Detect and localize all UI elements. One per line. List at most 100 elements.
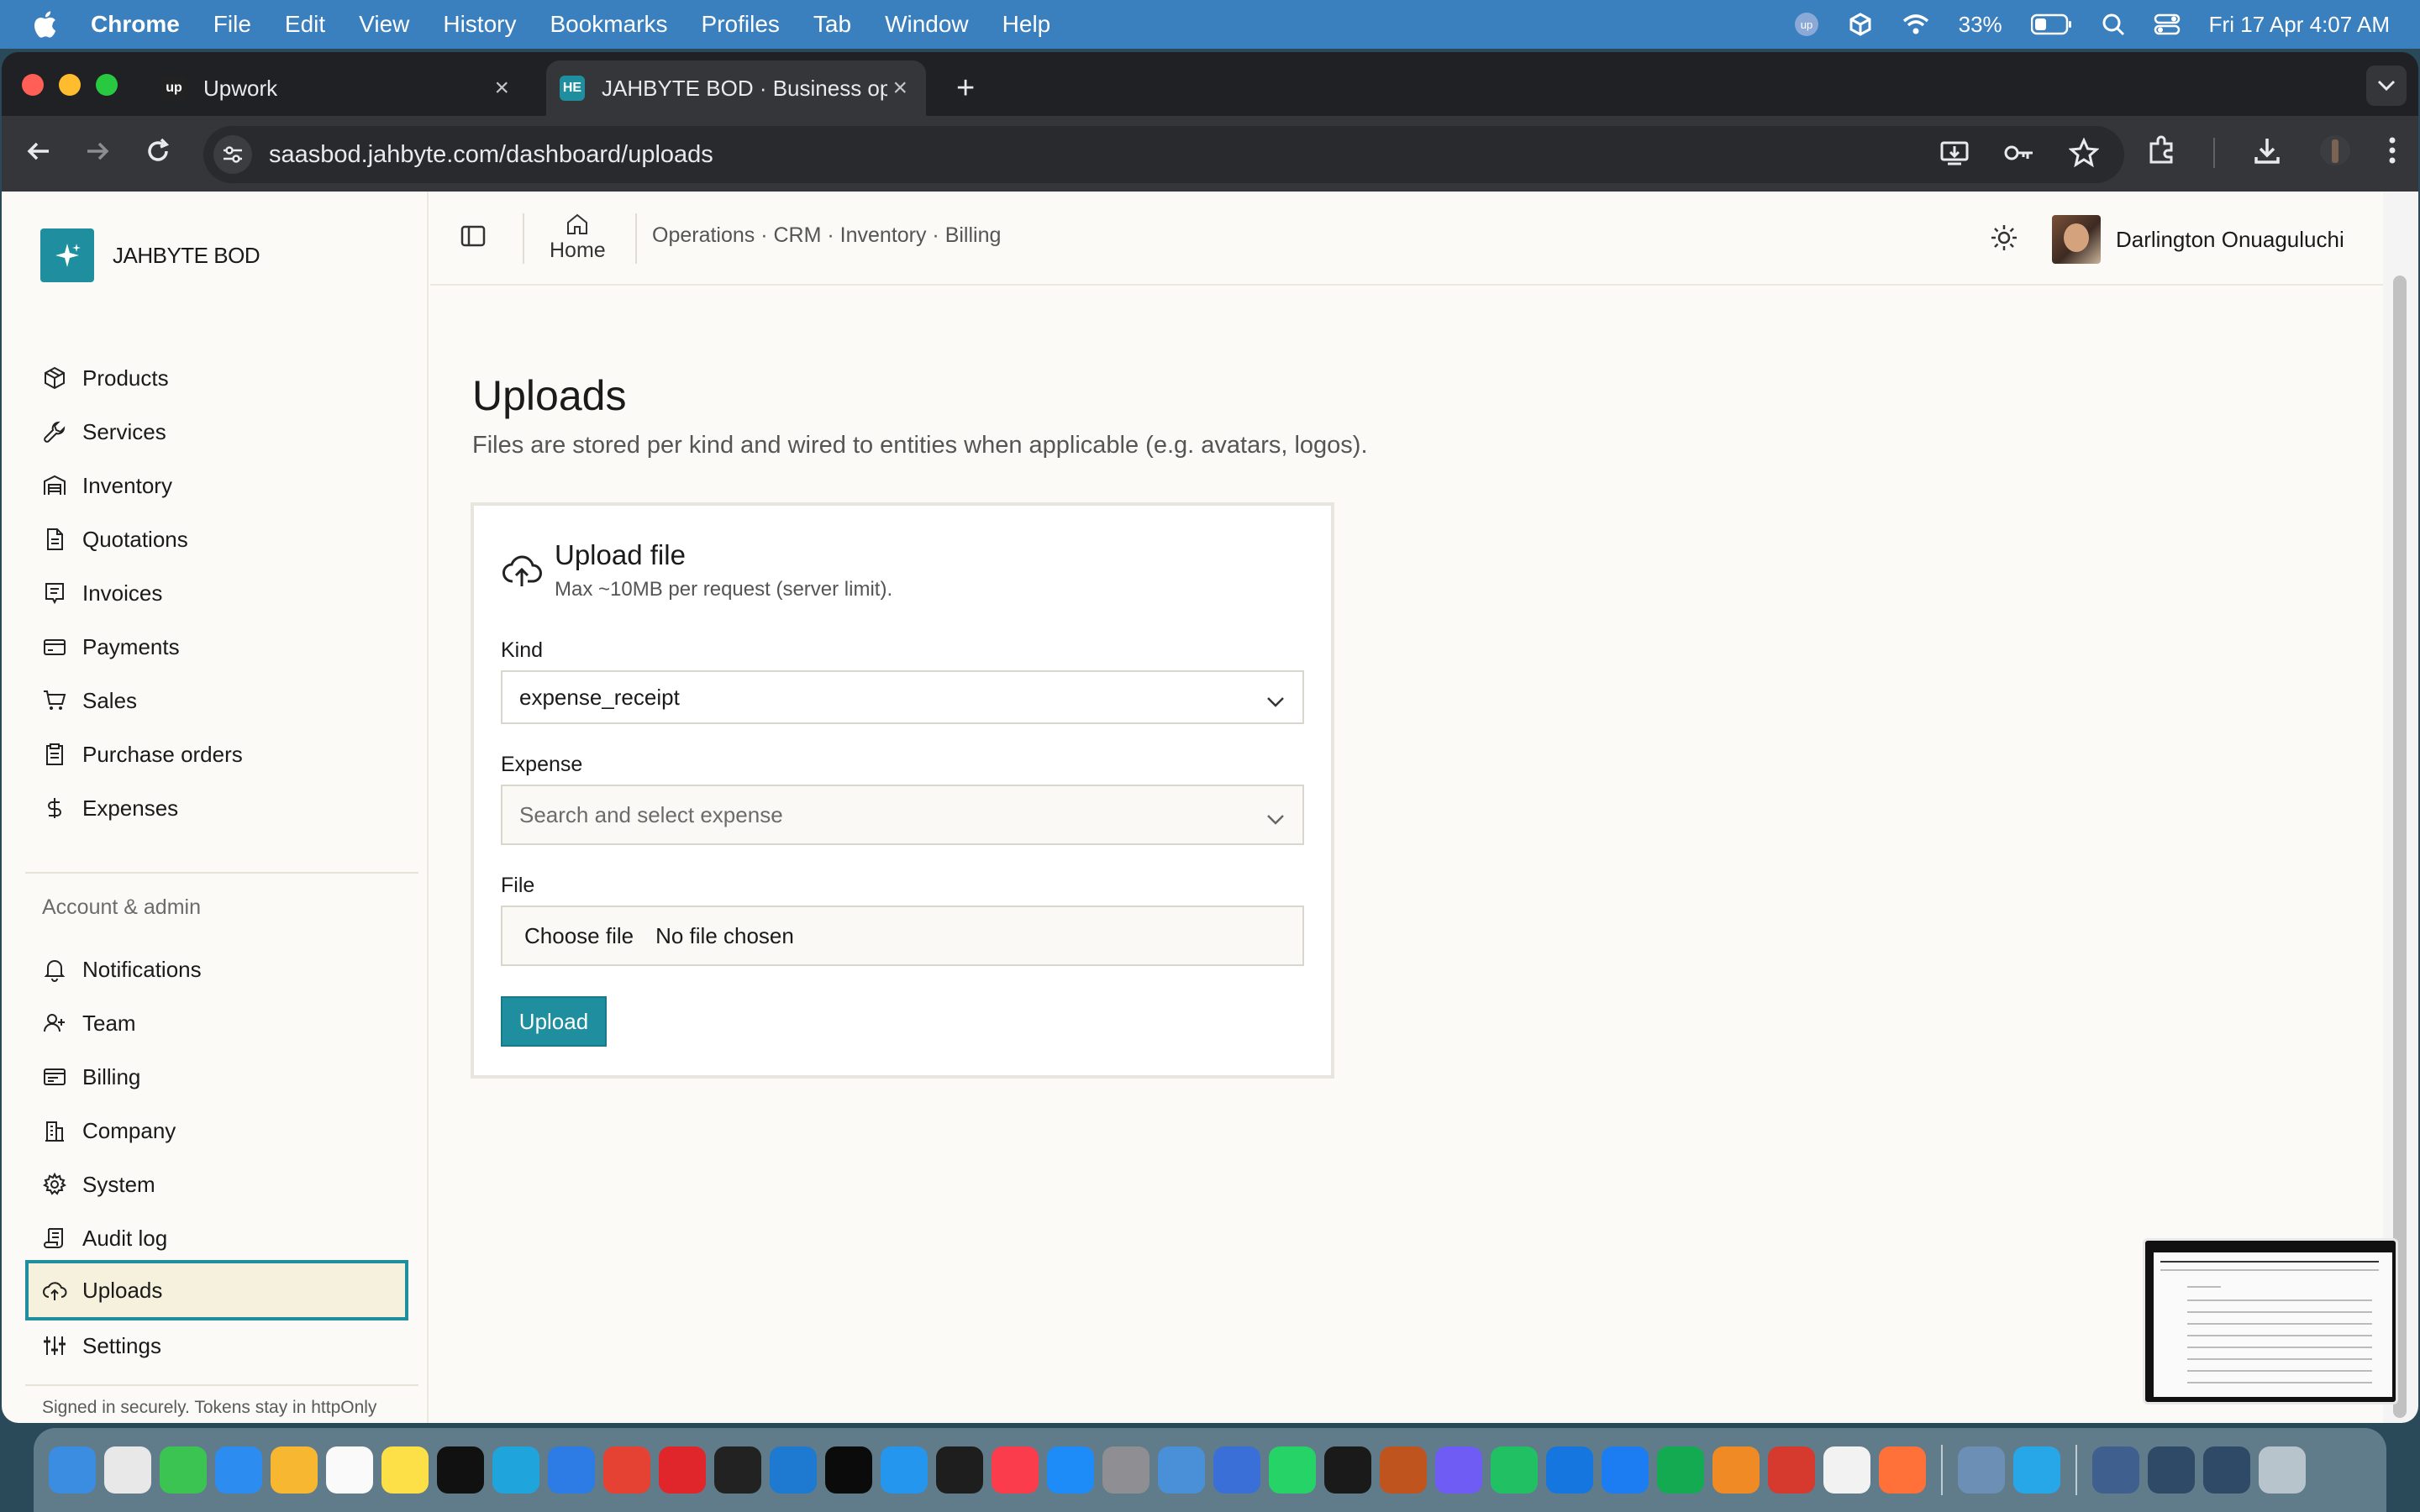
tab-upwork[interactable]: up Upwork × [150, 60, 528, 116]
file-input[interactable]: Choose file No file chosen [501, 906, 1304, 966]
sidebar-item-purchase-orders[interactable]: Purchase orders [25, 727, 408, 781]
control-center-icon[interactable] [2154, 13, 2181, 36]
photos-icon[interactable] [271, 1446, 318, 1494]
disk-icon[interactable] [1958, 1446, 2005, 1494]
editor-icon[interactable] [1712, 1446, 1760, 1494]
vpn-icon[interactable] [1435, 1446, 1482, 1494]
instruments-icon[interactable] [1602, 1446, 1649, 1494]
sidebar-item-products[interactable]: Products [25, 351, 408, 405]
sidebar-item-audit-log[interactable]: Audit log [25, 1211, 408, 1265]
chrome-icon[interactable] [603, 1446, 650, 1494]
sidebar-item-billing[interactable]: Billing [25, 1050, 408, 1104]
game-icon[interactable] [1380, 1446, 1427, 1494]
minimized-window-icon[interactable] [2092, 1446, 2139, 1494]
chatgpt-icon[interactable] [1491, 1446, 1538, 1494]
notes-icon[interactable] [381, 1446, 429, 1494]
brand-logo[interactable]: JAHBYTE BOD [40, 228, 260, 282]
spotlight-search-icon[interactable] [2102, 13, 2125, 36]
firefox-icon[interactable] [1879, 1446, 1926, 1494]
back-icon[interactable] [24, 136, 54, 171]
menu-view[interactable]: View [359, 11, 409, 38]
password-key-icon[interactable] [2003, 138, 2035, 172]
upload-button[interactable]: Upload [501, 996, 607, 1047]
menu-profiles[interactable]: Profiles [702, 11, 780, 38]
sidebar-item-notifications[interactable]: Notifications [25, 942, 408, 996]
sun-theme-icon[interactable] [1990, 223, 2018, 256]
music-icon[interactable] [992, 1446, 1039, 1494]
apple-icon[interactable] [32, 10, 72, 39]
safari-icon[interactable] [548, 1446, 595, 1494]
launchpad-icon[interactable] [104, 1446, 151, 1494]
menu-edit[interactable]: Edit [285, 11, 325, 38]
user-menu[interactable]: Darlington Onuaguluchi [2052, 215, 2344, 264]
home-link[interactable]: Home [550, 212, 606, 263]
terminal-icon[interactable] [825, 1446, 872, 1494]
minimize-window-button[interactable] [59, 74, 81, 96]
tab-search-button[interactable] [2366, 66, 2407, 106]
kind-select[interactable]: expense_receipt [501, 670, 1304, 724]
forward-icon[interactable] [82, 136, 113, 171]
edge-icon[interactable] [492, 1446, 539, 1494]
url-text[interactable]: saasbod.jahbyte.com/dashboard/uploads [269, 141, 713, 169]
profile-avatar[interactable] [2319, 134, 2351, 171]
chrome-menu-icon[interactable] [2388, 135, 2396, 170]
simulator-icon[interactable] [1213, 1446, 1260, 1494]
finder-icon[interactable] [49, 1446, 96, 1494]
downloads-icon[interactable] [2252, 135, 2282, 170]
box-icon[interactable] [1848, 12, 1873, 37]
mail-icon[interactable] [215, 1446, 262, 1494]
xcode-icon[interactable] [1546, 1446, 1593, 1494]
menu-file[interactable]: File [213, 11, 251, 38]
breadcrumb[interactable]: Operations · CRM · Inventory · Billing [652, 223, 1001, 248]
sidebar-item-settings[interactable]: Settings [25, 1319, 408, 1373]
system-settings-icon[interactable] [1102, 1446, 1150, 1494]
menu-tab[interactable]: Tab [813, 11, 851, 38]
expense-combobox[interactable]: Search and select expense [501, 785, 1304, 845]
vscode-icon[interactable] [770, 1446, 817, 1494]
sheet-icon[interactable] [1823, 1446, 1870, 1494]
docker-icon[interactable] [881, 1446, 928, 1494]
reload-icon[interactable] [143, 136, 173, 171]
messages-icon[interactable] [160, 1446, 207, 1494]
whatsapp-icon[interactable] [1269, 1446, 1316, 1494]
bookmark-star-icon[interactable] [2068, 137, 2100, 172]
new-tab-icon[interactable]: + [956, 71, 975, 107]
calendar-icon[interactable] [326, 1446, 373, 1494]
sidebar-item-system[interactable]: System [25, 1158, 408, 1211]
apple-tv-icon[interactable] [437, 1446, 484, 1494]
opera-icon[interactable] [659, 1446, 706, 1494]
sidebar-item-sales[interactable]: Sales [25, 674, 408, 727]
menu-help[interactable]: Help [1002, 11, 1051, 38]
close-window-button[interactable] [22, 74, 44, 96]
sidebar-item-invoices[interactable]: Invoices [25, 566, 408, 620]
menu-window[interactable]: Window [885, 11, 969, 38]
sidebar-item-services[interactable]: Services [25, 405, 408, 459]
sidebar-item-expenses[interactable]: Expenses [25, 781, 408, 835]
tab-jahbyte[interactable]: HE JAHBYTE BOD · Business ope × [546, 60, 926, 116]
close-tab-icon[interactable]: × [494, 74, 509, 102]
figma-icon[interactable] [936, 1446, 983, 1494]
menu-app-name[interactable]: Chrome [91, 11, 180, 38]
upwork-status-icon[interactable]: up [1794, 12, 1819, 37]
files-icon[interactable] [1158, 1446, 1205, 1494]
trash-icon[interactable] [2259, 1446, 2306, 1494]
screenshot-preview-thumbnail[interactable] [2143, 1238, 2398, 1404]
site-info-icon[interactable] [213, 135, 252, 174]
sidebar-item-company[interactable]: Company [25, 1104, 408, 1158]
menu-history[interactable]: History [443, 11, 516, 38]
minimized-window-icon[interactable] [2148, 1446, 2195, 1494]
battery-icon[interactable] [2030, 13, 2073, 35]
sidebar-item-uploads[interactable]: Uploads [25, 1260, 408, 1320]
upwork-icon[interactable] [1324, 1446, 1371, 1494]
address-bar[interactable]: saasbod.jahbyte.com/dashboard/uploads [203, 126, 2124, 183]
mongodb-icon[interactable] [1657, 1446, 1704, 1494]
choose-file-button[interactable]: Choose file [524, 923, 634, 949]
menu-bookmarks[interactable]: Bookmarks [550, 11, 667, 38]
close-tab-icon[interactable]: × [892, 74, 908, 102]
cursor-icon[interactable] [714, 1446, 761, 1494]
sidebar-item-team[interactable]: Team [25, 996, 408, 1050]
sidebar-item-inventory[interactable]: Inventory [25, 459, 408, 512]
wifi-icon[interactable] [1902, 13, 1930, 35]
zoom-window-button[interactable] [96, 74, 118, 96]
quick-icon[interactable] [2013, 1446, 2060, 1494]
